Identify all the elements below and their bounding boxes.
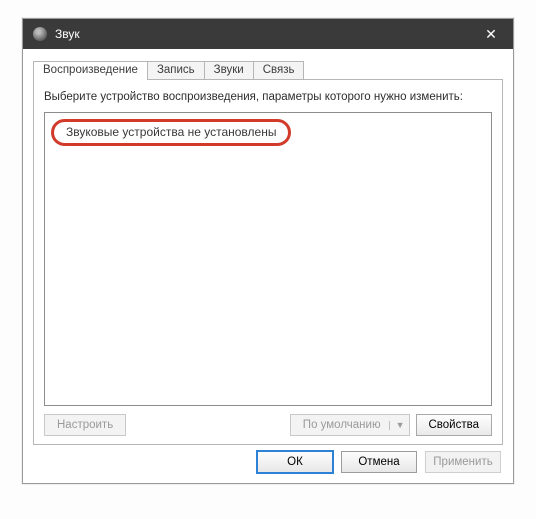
button-label: По умолчанию	[303, 419, 381, 431]
client-area: Воспроизведение Запись Звуки Связь Выбер…	[23, 49, 513, 455]
tab-sounds[interactable]: Звуки	[204, 61, 254, 79]
speaker-icon	[33, 27, 47, 41]
tab-label: Связь	[263, 64, 295, 76]
button-label: Отмена	[358, 456, 399, 468]
window-title: Звук	[55, 27, 80, 41]
button-label: Настроить	[57, 419, 113, 431]
button-label: Применить	[433, 456, 492, 468]
panel-buttons: Настроить По умолчанию ▼ Свойства	[44, 414, 492, 436]
tab-communications[interactable]: Связь	[253, 61, 305, 79]
tab-panel-playback: Выберите устройство воспроизведения, пар…	[33, 79, 503, 445]
tab-recording[interactable]: Запись	[147, 61, 205, 79]
tabstrip: Воспроизведение Запись Звуки Связь	[33, 57, 503, 79]
dialog-buttons: ОК Отмена Применить	[257, 451, 501, 473]
close-button[interactable]: ✕	[469, 19, 513, 49]
instruction-text: Выберите устройство воспроизведения, пар…	[44, 90, 492, 106]
configure-button: Настроить	[44, 414, 126, 436]
button-label: Свойства	[429, 419, 480, 431]
apply-button: Применить	[425, 451, 501, 473]
ok-button[interactable]: ОК	[257, 451, 333, 473]
chevron-down-icon: ▼	[389, 421, 405, 430]
set-default-button: По умолчанию ▼	[290, 414, 410, 436]
tab-playback[interactable]: Воспроизведение	[33, 61, 148, 80]
cancel-button[interactable]: Отмена	[341, 451, 417, 473]
properties-button[interactable]: Свойства	[416, 414, 493, 436]
device-list-wrap: Звуковые устройства не установлены	[44, 112, 492, 406]
tab-label: Воспроизведение	[43, 64, 138, 76]
tab-label: Звуки	[214, 64, 244, 76]
titlebar[interactable]: Звук ✕	[23, 19, 513, 49]
close-icon: ✕	[485, 26, 497, 43]
device-list[interactable]: Звуковые устройства не установлены	[44, 112, 492, 406]
sound-dialog: Звук ✕ Воспроизведение Запись Звуки Связ…	[22, 18, 514, 484]
tab-label: Запись	[157, 64, 195, 76]
button-label: ОК	[287, 456, 303, 468]
titlebar-left: Звук	[33, 27, 80, 41]
no-devices-message: Звуковые устройства не установлены	[51, 119, 291, 146]
